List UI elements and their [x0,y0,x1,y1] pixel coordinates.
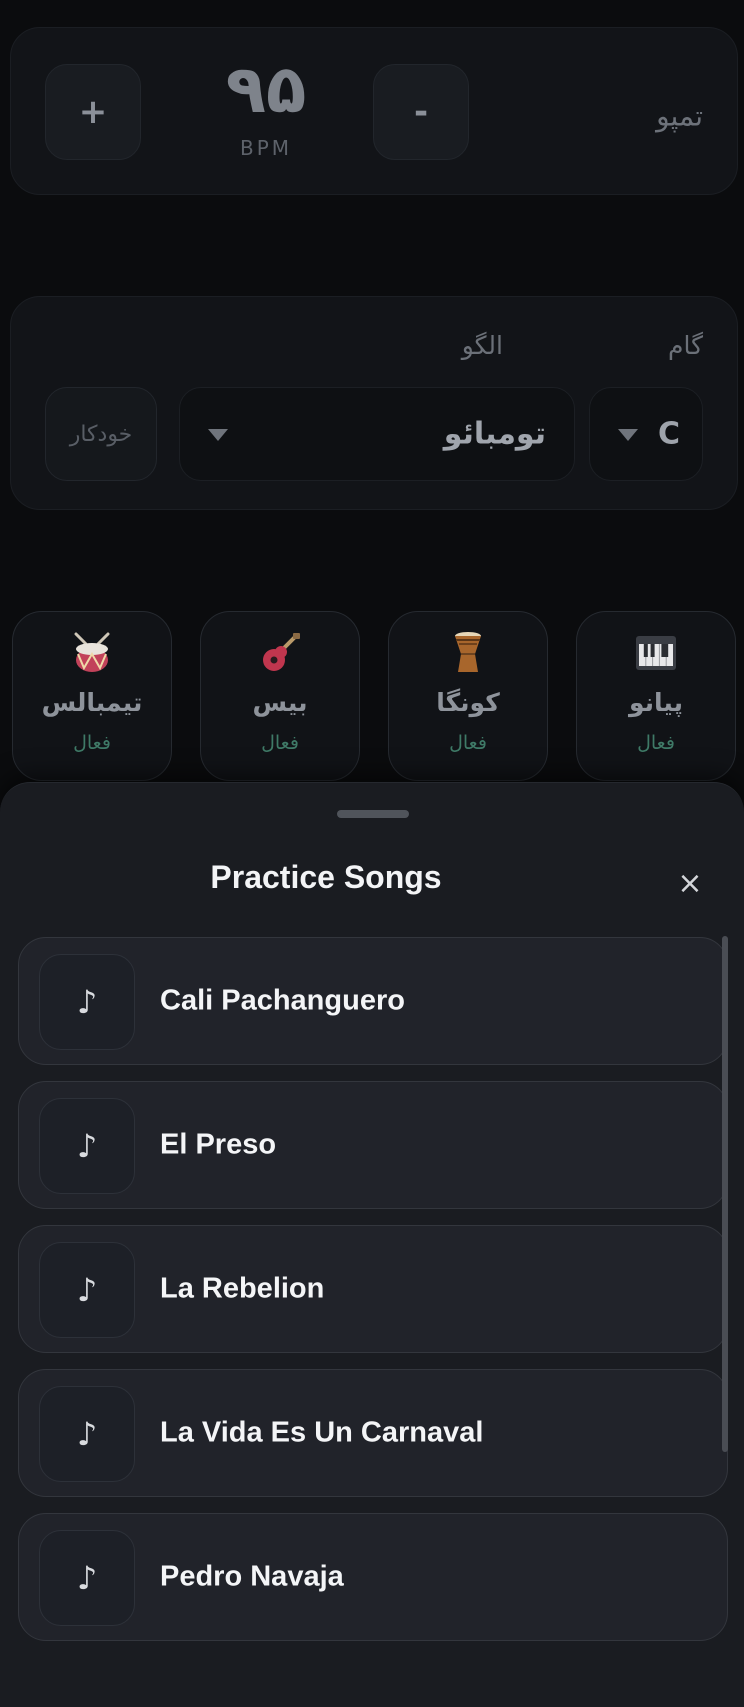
tempo-unit: BPM [239,136,293,160]
song-title: La Rebelion [160,1272,325,1305]
piano-icon [577,630,735,674]
song-title: El Preso [160,1128,277,1161]
close-button[interactable]: × [672,865,708,901]
practice-songs-sheet: Practice Songs × ♪ Cali Pachanguero ♪ El… [0,782,744,1707]
tempo-value: ۹۵ [225,51,307,128]
music-note-icon: ♪ [39,1530,135,1626]
chevron-down-icon [208,429,228,441]
instrument-card-piano[interactable]: پیانو فعال [576,611,736,781]
song-item[interactable]: ♪ La Rebelion [18,1225,728,1353]
instrument-state: فعال [261,732,299,754]
scale-label: گام [668,331,703,360]
app-screen: + ۹۵ BPM - تمپو گام الگو C تومبائو خودکا… [0,0,744,1707]
tempo-card: + ۹۵ BPM - تمپو [10,27,738,195]
instrument-card-timbales[interactable]: تیمبالس فعال [12,611,172,781]
pattern-value: تومبائو [443,416,546,452]
scale-select[interactable]: C [589,387,703,481]
instrument-name: بیس [252,688,308,717]
conga-drum-icon [389,630,547,674]
instrument-state: فعال [73,732,111,754]
song-title: Pedro Navaja [160,1560,344,1593]
song-list-scrollbar[interactable] [722,936,728,1452]
music-note-icon: ♪ [39,1098,135,1194]
instrument-state: فعال [449,732,487,754]
tempo-decrease-button[interactable]: - [373,64,469,160]
scale-value: C [657,416,680,452]
instrument-name: تیمبالس [41,688,143,717]
song-title: Cali Pachanguero [160,984,405,1017]
song-item[interactable]: ♪ Cali Pachanguero [18,937,728,1065]
instrument-card-bass[interactable]: بیس فعال [200,611,360,781]
song-item[interactable]: ♪ Pedro Navaja [18,1513,728,1641]
pattern-card: گام الگو C تومبائو خودکار [10,296,738,510]
music-note-icon: ♪ [39,1386,135,1482]
drum-icon [13,630,171,674]
song-title: La Vida Es Un Carnaval [160,1416,484,1449]
sheet-drag-handle[interactable] [337,810,409,818]
music-note-icon: ♪ [39,954,135,1050]
pattern-select[interactable]: تومبائو [179,387,575,481]
song-item[interactable]: ♪ El Preso [18,1081,728,1209]
tempo-label: تمپو [656,99,703,133]
auto-button[interactable]: خودکار [45,387,157,481]
instrument-state: فعال [637,732,675,754]
music-note-icon: ♪ [39,1242,135,1338]
chevron-down-icon [618,429,638,441]
instrument-card-conga[interactable]: کونگا فعال [388,611,548,781]
instrument-name: پیانو [628,688,684,717]
instrument-name: کونگا [436,688,500,717]
sheet-title: Practice Songs [210,859,442,895]
pattern-label: الگو [461,331,503,360]
tempo-increase-button[interactable]: + [45,64,141,160]
guitar-icon [201,630,359,674]
song-item[interactable]: ♪ La Vida Es Un Carnaval [18,1369,728,1497]
